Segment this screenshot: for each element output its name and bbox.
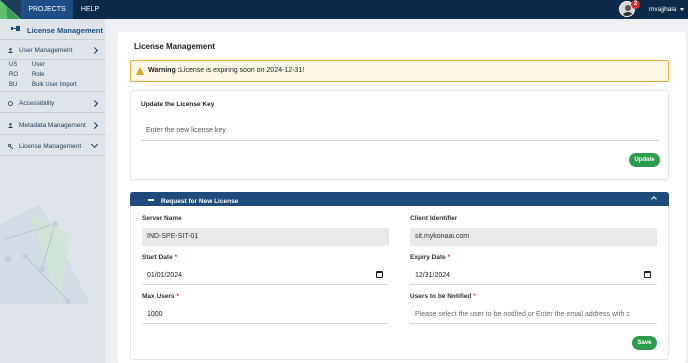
- sidebar-subitem-user[interactable]: US User: [0, 60, 105, 70]
- user-icon: [8, 123, 13, 128]
- chevron-right-icon: [90, 46, 99, 55]
- sidebar-item-user-management[interactable]: User Management: [0, 41, 105, 60]
- max-users-label-text: Max Users: [142, 293, 175, 300]
- sidebar-subitem-role[interactable]: RO Role: [0, 70, 105, 80]
- required-mark: *: [176, 293, 179, 300]
- subitem-abbr: RO: [9, 72, 18, 78]
- chevron-down-icon: [90, 140, 99, 149]
- calendar-icon[interactable]: [644, 271, 651, 278]
- required-mark: *: [473, 293, 476, 300]
- subitem-name: Role: [32, 72, 45, 78]
- max-users-input[interactable]: 1000: [142, 305, 389, 324]
- expiry-date-label: Expiry Date *: [410, 254, 450, 261]
- expiry-date-value: 12/31/2024: [415, 272, 451, 279]
- subitem-abbr: US: [9, 62, 18, 68]
- nav-tab-help[interactable]: HELP: [73, 0, 107, 19]
- sidebar-item-label: License Management: [19, 143, 82, 150]
- chevron-right-icon: [90, 121, 99, 130]
- notification-badge[interactable]: 2: [631, 0, 640, 9]
- subitem-abbr: BU: [9, 82, 18, 88]
- main-content: License Management Warning :License is e…: [118, 32, 686, 363]
- sidebar-item-accessibility[interactable]: Accessibility: [0, 94, 105, 113]
- subitem-name: User: [32, 62, 45, 68]
- max-users-label: Max Users *: [142, 293, 179, 300]
- top-navbar: PROJECTS HELP 2 mvajjhala: [0, 0, 688, 19]
- app-logo[interactable]: [0, 0, 21, 19]
- client-identifier-label: Client Identifier: [410, 215, 458, 222]
- license-key-input[interactable]: Enter the new license key: [141, 121, 659, 141]
- sidebar: License Management User Management US Us…: [0, 19, 105, 363]
- nav-tab-projects[interactable]: PROJECTS: [21, 0, 73, 19]
- user-icon: [8, 48, 13, 53]
- server-name-field: IND-SPE-SIT-01: [142, 228, 389, 246]
- chevron-up-icon[interactable]: [651, 196, 657, 202]
- chevron-right-icon: [90, 99, 99, 108]
- request-new-license-panel: Request for New License Server Name IND-…: [130, 192, 669, 360]
- decorative-background-graphic: [0, 204, 90, 304]
- users-to-be-notified-label: Users to be Notified *: [410, 293, 476, 300]
- sidebar-item-label: User Management: [19, 47, 73, 54]
- users-to-be-notified-label-text: Users to be Notified: [410, 293, 472, 300]
- sidebar-item-license-management[interactable]: License Management: [0, 137, 105, 156]
- sidebar-title: License Management: [0, 22, 105, 40]
- warning-icon: [136, 67, 144, 75]
- request-new-license-title: Request for New License: [161, 198, 239, 205]
- start-date-input[interactable]: 01/01/2024: [142, 266, 389, 285]
- key-icon: [8, 144, 13, 149]
- license-warning-banner: Warning :License is expiring soon on 202…: [130, 60, 669, 82]
- client-identifier-field: sit.mykonaai.com: [410, 228, 657, 246]
- update-license-key-title: Update the License Key: [141, 101, 215, 108]
- calendar-icon[interactable]: [376, 271, 383, 278]
- page-title: License Management: [134, 42, 215, 51]
- sidebar-item-label: Accessibility: [19, 100, 55, 107]
- warning-text: License is expiring soon on 2024-12-31!: [180, 67, 305, 74]
- update-button[interactable]: Update: [629, 153, 660, 167]
- expiry-date-input[interactable]: 12/31/2024: [410, 266, 657, 285]
- required-mark: *: [174, 254, 178, 261]
- chevron-down-icon[interactable]: [680, 8, 684, 11]
- expiry-date-label-text: Expiry Date: [410, 254, 446, 261]
- start-date-label: Start Date *: [142, 254, 177, 261]
- required-mark: *: [447, 254, 451, 261]
- request-new-license-header[interactable]: Request for New License: [130, 192, 669, 206]
- sidebar-item-label: Metadata Management: [19, 122, 86, 129]
- server-name-label: Server Name: [142, 215, 182, 222]
- sidebar-item-metadata-management[interactable]: Metadata Management: [0, 116, 105, 135]
- users-to-be-notified-input[interactable]: Please select the user to be notified or…: [410, 305, 657, 324]
- save-button[interactable]: Save: [632, 336, 657, 350]
- sidebar-subitem-bulk-user-import[interactable]: BU Bulk User Import: [0, 80, 105, 92]
- start-date-label-text: Start Date: [142, 254, 173, 261]
- user-menu[interactable]: mvajjhala: [649, 0, 676, 19]
- warning-label: Warning :: [148, 67, 181, 74]
- start-date-value: 01/01/2024: [147, 272, 183, 279]
- subitem-name: Bulk User Import: [32, 82, 77, 88]
- update-license-key-card: Update the License Key Enter the new lic…: [130, 90, 669, 180]
- collapse-icon: [148, 199, 154, 201]
- accessibility-icon: [8, 101, 13, 106]
